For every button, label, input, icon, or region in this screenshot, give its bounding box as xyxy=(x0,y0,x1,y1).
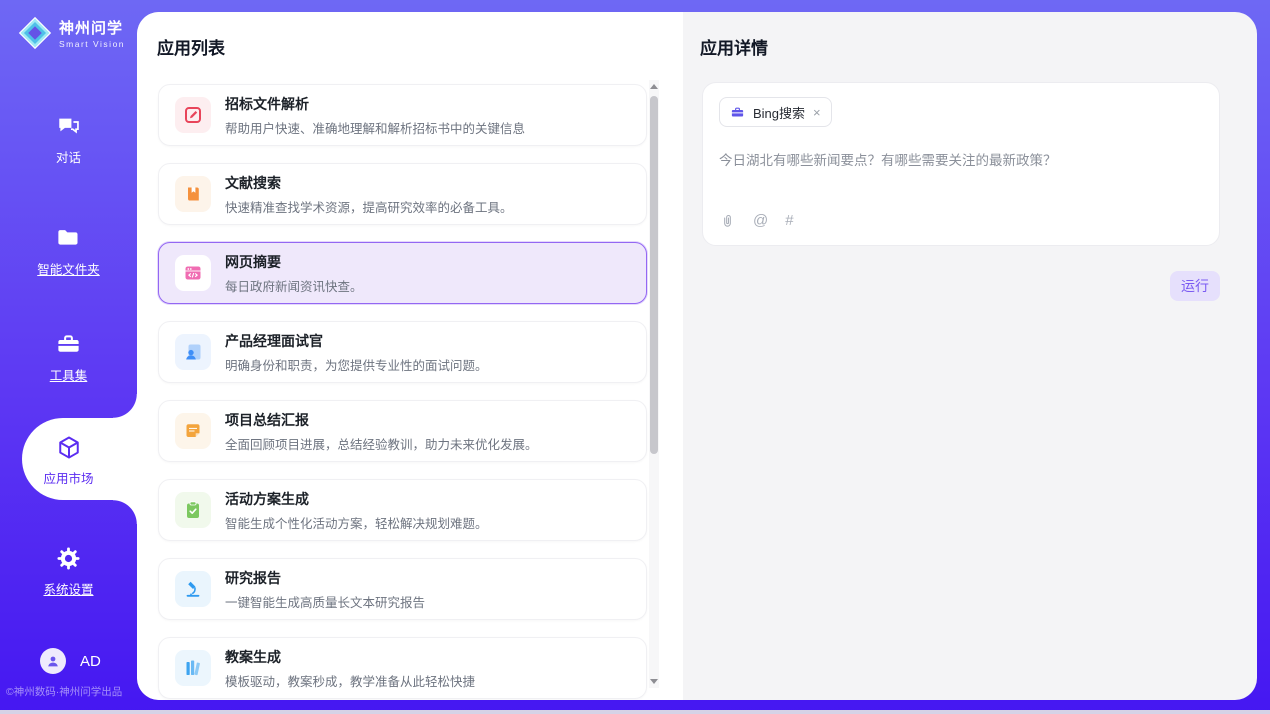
sidebar-item-label: 系统设置 xyxy=(43,579,93,598)
app-card-web-summary[interactable]: 网页摘要 每日政府新闻资讯快查。 xyxy=(158,242,647,304)
app-card-title: 文献搜索 xyxy=(225,173,513,193)
app-card-title: 研究报告 xyxy=(225,568,425,588)
app-card-desc: 每日政府新闻资讯快查。 xyxy=(225,276,363,295)
app-list-panel: 应用列表 招标文件解析 帮助用户快速、准确地理解和解析招标书中的关键信息 xyxy=(137,12,683,700)
user-avatar-icon xyxy=(40,648,66,674)
chip-close-icon[interactable]: × xyxy=(813,106,821,119)
app-card-pm-interviewer[interactable]: 产品经理面试官 明确身份和职责，为您提供专业性的面试问题。 xyxy=(158,321,647,383)
paperclip-icon[interactable] xyxy=(719,212,736,229)
app-card-text: 活动方案生成 智能生成个性化活动方案，轻松解决规划难题。 xyxy=(225,489,488,532)
app-card-lesson-plan-generation[interactable]: 教案生成 模板驱动，教案秒成，教学准备从此轻松快捷 xyxy=(158,637,647,699)
app-list-scrollbar[interactable] xyxy=(649,80,659,688)
app-card-text: 产品经理面试官 明确身份和职责，为您提供专业性的面试问题。 xyxy=(225,331,488,374)
prompt-card: Bing搜索 × 今日湖北有哪些新闻要点？有哪些需要关注的最新政策？ @ # xyxy=(702,82,1220,246)
brand-logo: 神州问学 Smart Vision xyxy=(18,16,125,50)
toolbox-icon xyxy=(0,331,137,358)
book-icon xyxy=(175,176,211,212)
sidebar: 神州问学 Smart Vision 对话 智能文件夹 工具集 xyxy=(0,0,137,714)
cube-icon xyxy=(0,434,137,461)
sidebar-item-label: 工具集 xyxy=(50,365,88,384)
app-card-project-summary[interactable]: 项目总结汇报 全面回顾项目进展，总结经验教训，助力未来优化发展。 xyxy=(158,400,647,462)
sidebar-item-label: 对话 xyxy=(56,147,81,166)
copyright-text: ©神州数码·神州问学出品 xyxy=(6,684,122,699)
app-card-title: 网页摘要 xyxy=(225,252,363,272)
main-content: 应用列表 招标文件解析 帮助用户快速、准确地理解和解析招标书中的关键信息 xyxy=(137,12,1257,700)
app-card-list: 招标文件解析 帮助用户快速、准确地理解和解析招标书中的关键信息 文献搜索 快速精… xyxy=(158,84,647,700)
app-card-desc: 一键智能生成高质量长文本研究报告 xyxy=(225,592,425,611)
brand-subtitle: Smart Vision xyxy=(59,39,125,49)
gear-icon xyxy=(0,545,137,572)
scrollbar-thumb[interactable] xyxy=(650,96,658,454)
app-card-desc: 模板驱动，教案秒成，教学准备从此轻松快捷 xyxy=(225,671,475,690)
app-detail-panel: 应用详情 Bing搜索 × 今日湖北有哪些新闻要点？有哪些需要关注的最新政策？ … xyxy=(683,12,1257,700)
user-profile[interactable]: AD xyxy=(40,648,101,674)
sidebar-item-settings[interactable]: 系统设置 xyxy=(0,545,137,599)
app-card-text: 文献搜索 快速精准查找学术资源，提高研究效率的必备工具。 xyxy=(225,173,513,216)
brand-diamond-icon xyxy=(18,16,52,50)
scrollbar-up-arrow-icon[interactable] xyxy=(650,84,658,89)
run-button[interactable]: 运行 xyxy=(1170,271,1220,301)
sidebar-item-smart-folder[interactable]: 智能文件夹 xyxy=(0,225,137,279)
app-card-title: 项目总结汇报 xyxy=(225,410,538,430)
app-detail-title: 应用详情 xyxy=(700,34,768,59)
app-card-text: 招标文件解析 帮助用户快速、准确地理解和解析招标书中的关键信息 xyxy=(225,94,525,137)
app-list-title: 应用列表 xyxy=(157,34,225,59)
composer-toolbar: @ # xyxy=(719,212,794,229)
hash-icon[interactable]: # xyxy=(785,212,793,229)
app-card-title: 招标文件解析 xyxy=(225,94,525,114)
user-name: AD xyxy=(80,653,101,670)
chat-icon xyxy=(0,113,137,140)
browser-code-icon xyxy=(175,255,211,291)
app-card-desc: 帮助用户快速、准确地理解和解析招标书中的关键信息 xyxy=(225,118,525,137)
app-card-desc: 明确身份和职责，为您提供专业性的面试问题。 xyxy=(225,355,488,374)
folder-icon xyxy=(0,225,137,252)
app-card-text: 研究报告 一键智能生成高质量长文本研究报告 xyxy=(225,568,425,611)
brand-name: 神州问学 xyxy=(59,17,125,38)
app-card-desc: 智能生成个性化活动方案，轻松解决规划难题。 xyxy=(225,513,488,532)
app-card-text: 网页摘要 每日政府新闻资讯快查。 xyxy=(225,252,363,295)
interviewer-icon xyxy=(175,334,211,370)
app-card-desc: 全面回顾项目进展，总结经验教训，助力未来优化发展。 xyxy=(225,434,538,453)
app-card-literature-search[interactable]: 文献搜索 快速精准查找学术资源，提高研究效率的必备工具。 xyxy=(158,163,647,225)
microscope-icon xyxy=(175,571,211,607)
edit-document-icon xyxy=(175,97,211,133)
tool-chip-label: Bing搜索 xyxy=(753,103,805,122)
app-card-desc: 快速精准查找学术资源，提高研究效率的必备工具。 xyxy=(225,197,513,216)
app-card-bid-document-analysis[interactable]: 招标文件解析 帮助用户快速、准确地理解和解析招标书中的关键信息 xyxy=(158,84,647,146)
app-card-text: 项目总结汇报 全面回顾项目进展，总结经验教训，助力未来优化发展。 xyxy=(225,410,538,453)
scrollbar-down-arrow-icon[interactable] xyxy=(650,679,658,684)
briefcase-icon xyxy=(730,105,745,120)
app-card-title: 活动方案生成 xyxy=(225,489,488,509)
app-card-research-report[interactable]: 研究报告 一键智能生成高质量长文本研究报告 xyxy=(158,558,647,620)
sidebar-item-label: 应用市场 xyxy=(43,468,93,487)
app-card-text: 教案生成 模板驱动，教案秒成，教学准备从此轻松快捷 xyxy=(225,647,475,690)
clipboard-check-icon xyxy=(175,492,211,528)
app-card-event-plan-generation[interactable]: 活动方案生成 智能生成个性化活动方案，轻松解决规划难题。 xyxy=(158,479,647,541)
books-icon xyxy=(175,650,211,686)
sidebar-item-label: 智能文件夹 xyxy=(37,259,100,278)
prompt-input[interactable]: 今日湖北有哪些新闻要点？有哪些需要关注的最新政策？ xyxy=(719,149,1203,169)
sidebar-item-app-market[interactable]: 应用市场 xyxy=(0,434,137,488)
sidebar-item-chat[interactable]: 对话 xyxy=(0,113,137,167)
tool-chip-bing-search[interactable]: Bing搜索 × xyxy=(719,97,832,127)
bottom-edge-strip xyxy=(0,710,1270,714)
note-icon xyxy=(175,413,211,449)
app-card-title: 教案生成 xyxy=(225,647,475,667)
app-card-title: 产品经理面试官 xyxy=(225,331,488,351)
sidebar-item-toolset[interactable]: 工具集 xyxy=(0,331,137,385)
mention-icon[interactable]: @ xyxy=(753,212,768,229)
